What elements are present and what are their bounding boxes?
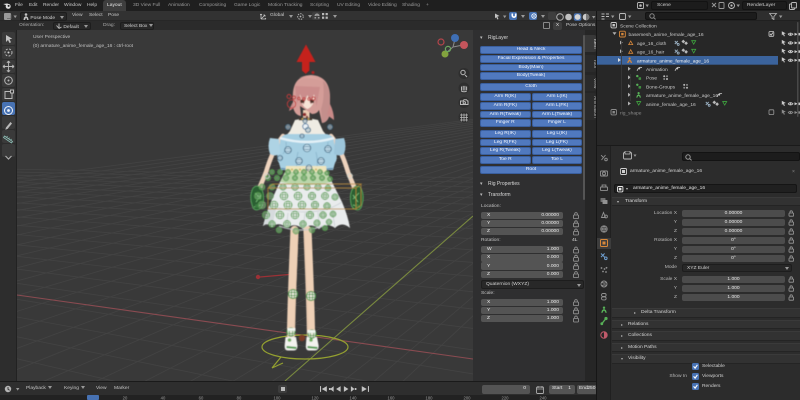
svg-text:80: 80 bbox=[237, 396, 242, 400]
svg-text:Animation: Animation bbox=[646, 67, 668, 73]
svg-text:100: 100 bbox=[274, 396, 282, 400]
svg-text:Scene Collection: Scene Collection bbox=[620, 24, 657, 30]
svg-text:armature_anime_female_age_16: armature_anime_female_age_16 bbox=[637, 58, 709, 64]
svg-text:anime_female_age_16: anime_female_age_16 bbox=[646, 102, 696, 108]
svg-text:rig_shape: rig_shape bbox=[620, 111, 642, 117]
svg-text:Bone-Groups: Bone-Groups bbox=[646, 84, 676, 90]
svg-text:220: 220 bbox=[502, 396, 510, 400]
svg-text:240: 240 bbox=[540, 396, 548, 400]
svg-text:40: 40 bbox=[161, 396, 166, 400]
svg-text:Pose: Pose bbox=[646, 76, 657, 82]
svg-text:180: 180 bbox=[426, 396, 434, 400]
svg-text:age_16_hair: age_16_hair bbox=[637, 50, 665, 56]
svg-text:60: 60 bbox=[199, 396, 204, 400]
svg-text:200: 200 bbox=[464, 396, 472, 400]
svg-text:160: 160 bbox=[388, 396, 396, 400]
svg-text:20: 20 bbox=[123, 396, 128, 400]
svg-text:armature_anime_female_age_16: armature_anime_female_age_16 bbox=[646, 93, 718, 99]
svg-text:basemesh_anime_female_age_16: basemesh_anime_female_age_16 bbox=[629, 32, 704, 38]
svg-text:120: 120 bbox=[312, 396, 320, 400]
svg-text:age_16_cloth: age_16_cloth bbox=[637, 41, 667, 47]
svg-text:140: 140 bbox=[350, 396, 358, 400]
